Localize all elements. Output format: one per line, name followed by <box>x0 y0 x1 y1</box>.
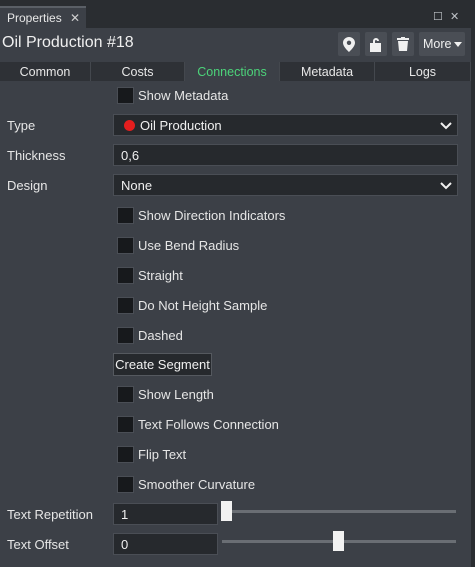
show-direction-indicators-checkbox[interactable] <box>117 206 134 224</box>
checkbox-label: Dashed <box>138 327 183 343</box>
design-label: Design <box>7 178 48 193</box>
properties-tab-label: Properties <box>7 11 62 25</box>
show-length-checkbox[interactable] <box>117 385 134 403</box>
show-direction-indicators-row[interactable]: Show Direction Indicators <box>117 205 285 225</box>
do-not-height-sample-row[interactable]: Do Not Height Sample <box>117 295 267 315</box>
tab-bar: Common Costs Connections Metadata Logs <box>0 62 475 81</box>
straight-checkbox[interactable] <box>117 266 134 284</box>
show-metadata-checkbox[interactable] <box>117 86 134 104</box>
checkbox-label: Flip Text <box>138 446 187 462</box>
design-dropdown[interactable]: None <box>113 174 458 196</box>
properties-panel-tab[interactable]: Properties ✕ <box>0 6 86 28</box>
type-value: Oil Production <box>140 117 222 133</box>
text-repetition-slider-thumb[interactable] <box>221 501 232 521</box>
text-follows-connection-checkbox[interactable] <box>117 415 134 433</box>
more-menu-button[interactable]: More <box>419 32 465 56</box>
dashed-row[interactable]: Dashed <box>117 325 183 345</box>
tab-metadata[interactable]: Metadata <box>280 62 375 81</box>
checkbox-label: Show Direction Indicators <box>138 207 286 223</box>
use-bend-radius-checkbox[interactable] <box>117 236 134 254</box>
panel-splitter[interactable] <box>471 0 475 567</box>
more-label: More <box>423 37 452 51</box>
text-repetition-value: 1 <box>121 506 129 522</box>
straight-row[interactable]: Straight <box>117 265 183 285</box>
dashed-checkbox[interactable] <box>117 326 134 344</box>
lock-button[interactable] <box>365 32 387 56</box>
unlock-icon <box>370 37 381 52</box>
caret-down-icon <box>454 41 463 47</box>
maximize-icon[interactable]: ☐ <box>433 10 443 23</box>
tab-common[interactable]: Common <box>0 62 91 81</box>
use-bend-radius-row[interactable]: Use Bend Radius <box>117 235 239 255</box>
text-repetition-slider-track[interactable] <box>222 510 456 513</box>
locate-button[interactable] <box>338 32 360 56</box>
checkbox-label: Smoother Curvature <box>138 476 256 492</box>
tab-connections[interactable]: Connections <box>185 62 280 81</box>
do-not-height-sample-checkbox[interactable] <box>117 296 134 314</box>
text-follows-connection-row[interactable]: Text Follows Connection <box>117 414 279 434</box>
thickness-value: 0,6 <box>121 147 140 163</box>
smoother-curvature-row[interactable]: Smoother Curvature <box>117 474 255 494</box>
chevron-down-icon <box>440 182 452 190</box>
create-segment-button[interactable]: Create Segment <box>113 353 212 376</box>
show-metadata-label: Show Metadata <box>138 87 229 103</box>
show-metadata-row[interactable]: Show Metadata <box>117 85 228 105</box>
checkbox-label: Show Length <box>138 386 214 402</box>
type-color-dot <box>124 119 135 131</box>
close-icon[interactable]: ✕ <box>70 11 80 25</box>
location-pin-icon <box>343 36 355 52</box>
chevron-down-icon <box>440 122 452 130</box>
text-repetition-input[interactable]: 1 <box>113 503 218 525</box>
text-offset-label: Text Offset <box>7 537 69 552</box>
checkbox-label: Do Not Height Sample <box>138 297 268 313</box>
object-title: Oil Production #18 <box>2 34 134 51</box>
delete-button[interactable] <box>392 32 414 56</box>
text-offset-slider-thumb[interactable] <box>332 531 344 551</box>
trash-icon <box>397 37 409 51</box>
text-offset-input[interactable]: 0 <box>113 533 218 555</box>
text-repetition-label: Text Repetition <box>7 507 93 522</box>
checkbox-label: Text Follows Connection <box>138 416 279 432</box>
smoother-curvature-checkbox[interactable] <box>117 475 134 493</box>
flip-text-checkbox[interactable] <box>117 445 134 463</box>
thickness-label: Thickness <box>7 148 66 163</box>
tab-costs[interactable]: Costs <box>91 62 185 81</box>
show-length-row[interactable]: Show Length <box>117 384 214 404</box>
flip-text-row[interactable]: Flip Text <box>117 444 186 464</box>
thickness-input[interactable]: 0,6 <box>113 144 458 166</box>
tab-logs[interactable]: Logs <box>375 62 471 81</box>
checkbox-label: Use Bend Radius <box>138 237 240 253</box>
type-label: Type <box>7 118 36 133</box>
design-value: None <box>121 177 153 193</box>
text-offset-value: 0 <box>121 536 129 552</box>
type-dropdown[interactable]: Oil Production <box>113 114 458 136</box>
panel-titlebar: Properties ✕ ☐ ✕ <box>0 0 475 28</box>
checkbox-label: Straight <box>138 267 183 283</box>
close-window-icon[interactable]: ✕ <box>450 10 459 23</box>
